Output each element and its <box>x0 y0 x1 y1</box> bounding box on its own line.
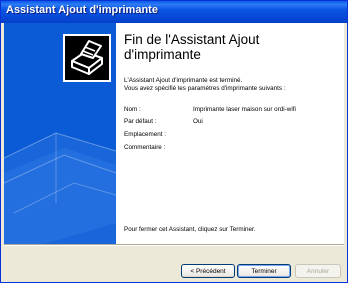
intro-text: L'Assistant Ajout d'imprimante est termi… <box>124 77 243 84</box>
title-bar[interactable]: Assistant Ajout d'imprimante <box>1 1 347 23</box>
cancel-button[interactable]: Annuler <box>295 264 341 278</box>
wizard-sidebar <box>4 23 116 244</box>
wizard-content-panel: Fin de l'Assistant Ajout d'imprimante L'… <box>116 23 344 244</box>
window-title: Assistant Ajout d'imprimante <box>6 4 158 16</box>
setting-value-default: Oui <box>193 118 203 125</box>
finish-button[interactable]: Terminer <box>237 264 291 278</box>
button-separator <box>4 244 344 246</box>
setting-label-location: Emplacement : <box>124 131 166 138</box>
intro-text: Vous avez spécifié les paramètres d'impr… <box>124 85 286 92</box>
back-button[interactable]: < Précédent <box>181 264 235 278</box>
wizard-window: Assistant Ajout d'imprimante Fin de l'As… <box>0 0 348 283</box>
setting-value-name: Imprimante laser maison sur ordi-wifi <box>193 106 296 113</box>
wizard-client-area: Fin de l'Assistant Ajout d'imprimante L'… <box>4 23 344 282</box>
setting-label-name: Nom : <box>124 106 141 113</box>
printer-icon <box>63 34 111 82</box>
setting-label-default: Par défaut : <box>124 118 157 125</box>
page-title: Fin de l'Assistant Ajout d'imprimante <box>124 32 260 62</box>
closing-text: Pour fermer cet Assistant, cliquez sur T… <box>124 226 256 233</box>
setting-label-comment: Commentaire : <box>124 144 166 151</box>
